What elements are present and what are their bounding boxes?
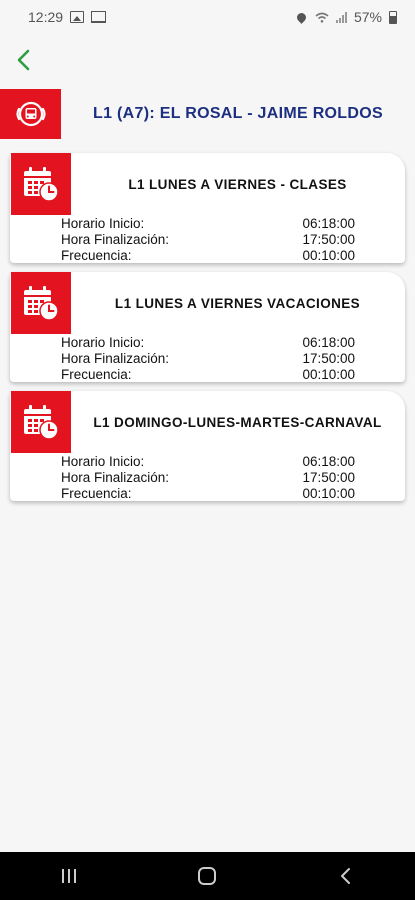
start-time-value: 06:18:00	[302, 335, 355, 350]
home-button[interactable]	[177, 852, 237, 900]
start-time-label: Horario Inicio:	[61, 454, 145, 469]
start-time-row: Horario Inicio: 06:18:00	[61, 335, 355, 351]
signal-icon	[335, 11, 347, 23]
frequency-row: Frecuencia: 00:10:00	[61, 367, 355, 383]
end-time-row: Hora Finalización: 17:50:00	[61, 232, 355, 248]
bus-route-icon	[15, 101, 46, 127]
schedule-details: Horario Inicio: 06:18:00 Hora Finalizaci…	[61, 335, 355, 383]
start-time-label: Horario Inicio:	[61, 335, 145, 350]
schedule-title: L1 DOMINGO-LUNES-MARTES-CARNAVAL	[93, 414, 382, 430]
start-time-row: Horario Inicio: 06:18:00	[61, 454, 355, 470]
schedule-icon-box	[11, 391, 71, 453]
chevron-left-icon	[17, 49, 30, 71]
status-right: 57%	[295, 9, 397, 25]
start-time-label: Horario Inicio:	[61, 216, 145, 231]
end-time-label: Hora Finalización:	[61, 470, 170, 485]
frequency-value: 00:10:00	[302, 367, 355, 382]
frequency-value: 00:10:00	[302, 248, 355, 263]
laptop-notification-icon	[91, 11, 107, 23]
route-title: L1 (A7): EL ROSAL - JAIME ROLDOS	[93, 105, 383, 122]
system-back-button[interactable]	[316, 852, 376, 900]
schedule-details: Horario Inicio: 06:18:00 Hora Finalizaci…	[61, 454, 355, 502]
schedule-card[interactable]: L1 LUNES A VIERNES VACACIONES Horario In…	[10, 272, 405, 382]
schedule-card[interactable]: L1 DOMINGO-LUNES-MARTES-CARNAVAL Horario…	[10, 391, 405, 501]
start-time-row: Horario Inicio: 06:18:00	[61, 216, 355, 232]
start-time-value: 06:18:00	[302, 216, 355, 231]
end-time-row: Hora Finalización: 17:50:00	[61, 470, 355, 486]
location-icon	[295, 10, 308, 24]
schedule-details: Horario Inicio: 06:18:00 Hora Finalizaci…	[61, 216, 355, 264]
status-bar: 12:29 57%	[0, 0, 415, 34]
schedule-card[interactable]: L1 LUNES A VIERNES - CLASES Horario Inic…	[10, 153, 405, 263]
wifi-icon	[315, 12, 329, 23]
calendar-clock-icon	[24, 286, 59, 321]
frequency-label: Frecuencia:	[61, 248, 132, 263]
recent-apps-button[interactable]	[39, 852, 99, 900]
schedule-icon-box	[11, 153, 71, 215]
frequency-row: Frecuencia: 00:10:00	[61, 486, 355, 502]
back-button[interactable]	[10, 46, 38, 74]
schedule-icon-box	[11, 272, 71, 334]
end-time-value: 17:50:00	[302, 470, 355, 485]
route-icon-box	[0, 89, 61, 139]
schedule-title: L1 LUNES A VIERNES - CLASES	[128, 176, 347, 192]
system-nav-bar	[0, 852, 415, 900]
start-time-value: 06:18:00	[302, 454, 355, 469]
route-header: L1 (A7): EL ROSAL - JAIME ROLDOS	[0, 89, 415, 139]
battery-percent: 57%	[353, 9, 382, 25]
status-left: 12:29	[28, 9, 107, 25]
frequency-label: Frecuencia:	[61, 367, 132, 382]
end-time-label: Hora Finalización:	[61, 351, 170, 366]
frequency-label: Frecuencia:	[61, 486, 132, 501]
calendar-clock-icon	[24, 167, 59, 202]
recent-apps-icon	[62, 869, 77, 883]
end-time-value: 17:50:00	[302, 232, 355, 247]
schedule-title: L1 LUNES A VIERNES VACACIONES	[114, 295, 361, 311]
system-back-icon	[340, 868, 350, 884]
frequency-value: 00:10:00	[302, 486, 355, 501]
frequency-row: Frecuencia: 00:10:00	[61, 248, 355, 264]
calendar-clock-icon	[24, 405, 59, 440]
status-time: 12:29	[28, 9, 64, 25]
end-time-label: Hora Finalización:	[61, 232, 170, 247]
image-notification-icon	[70, 11, 85, 23]
battery-icon	[389, 10, 397, 24]
end-time-value: 17:50:00	[302, 351, 355, 366]
end-time-row: Hora Finalización: 17:50:00	[61, 351, 355, 367]
home-icon	[198, 867, 217, 885]
